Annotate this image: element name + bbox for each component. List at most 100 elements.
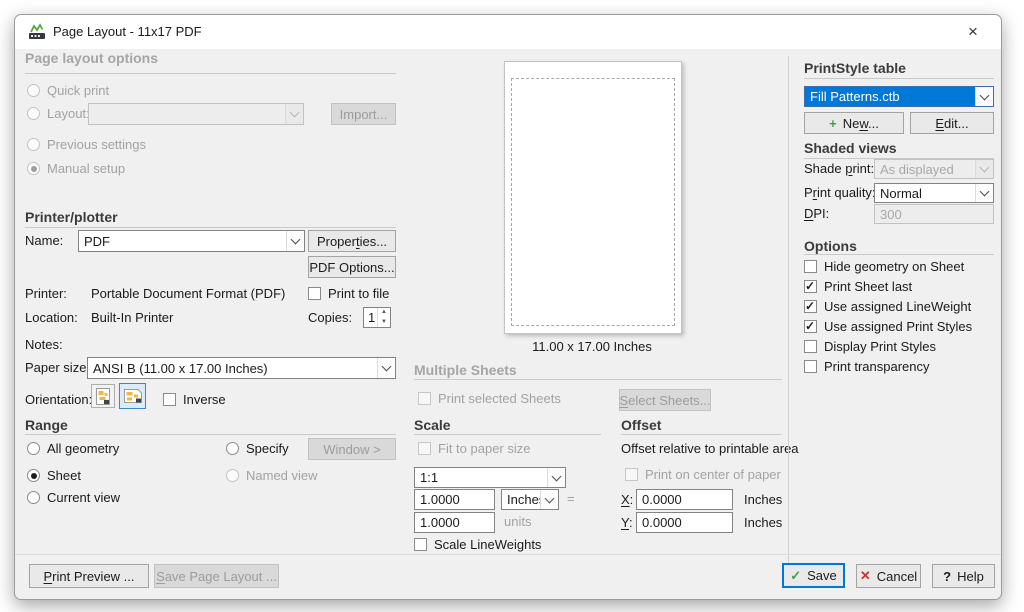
pdf-options-button[interactable]: PDF Options...: [308, 256, 396, 278]
close-icon[interactable]: ×: [961, 20, 985, 44]
use-assigned-lineweight-checkbox[interactable]: [804, 300, 817, 313]
hide-geometry-label[interactable]: Hide geometry on Sheet: [824, 259, 964, 275]
shade-print-combo: As displayed: [874, 159, 994, 179]
section-printstyle-table: PrintStyle table: [804, 60, 906, 76]
use-assigned-print-styles-checkbox[interactable]: [804, 320, 817, 333]
radio-current-view[interactable]: [27, 491, 40, 504]
section-scale: Scale: [414, 417, 451, 433]
scale-drawing-units-input[interactable]: 1.0000: [414, 512, 495, 533]
section-range: Range: [25, 417, 68, 433]
window-button: Window >: [308, 438, 396, 460]
radio-previous-settings-label: Previous settings: [47, 137, 146, 153]
scale-unit-combo[interactable]: Inches: [501, 489, 559, 510]
paper-size-combo[interactable]: ANSI B (11.00 x 17.00 Inches): [87, 357, 396, 379]
use-assigned-print-styles-label[interactable]: Use assigned Print Styles: [824, 319, 972, 335]
chevron-down-icon[interactable]: [286, 231, 304, 251]
divider: [804, 254, 994, 255]
spinner-up-icon[interactable]: ▲: [378, 308, 390, 318]
scale-lineweights-checkbox[interactable]: [414, 538, 427, 551]
print-sheet-last-label[interactable]: Print Sheet last: [824, 279, 912, 295]
print-preview-button[interactable]: Print Preview ...: [29, 564, 149, 588]
printstyle-table-combo[interactable]: Fill Patterns.ctb: [804, 86, 994, 107]
radio-all-geometry-label[interactable]: All geometry: [47, 441, 119, 457]
divider: [25, 434, 396, 435]
divider: [414, 434, 601, 435]
dpi-label: DPI:: [804, 206, 829, 222]
radio-current-view-label[interactable]: Current view: [47, 490, 120, 506]
print-to-file-checkbox[interactable]: [308, 287, 321, 300]
edit-printstyle-button[interactable]: Edit...: [910, 112, 994, 134]
chevron-down-icon[interactable]: [975, 184, 993, 202]
radio-specify-label[interactable]: Specify: [246, 441, 289, 457]
print-sheet-last-checkbox[interactable]: [804, 280, 817, 293]
equals-sign: =: [567, 491, 575, 507]
radio-specify[interactable]: [226, 442, 239, 455]
section-options: Options: [804, 238, 857, 254]
paper-size-label: Paper size:: [25, 360, 90, 376]
divider: [621, 434, 781, 435]
orientation-landscape-button[interactable]: [119, 383, 146, 409]
radio-previous-settings: [27, 138, 40, 151]
section-offset: Offset: [621, 417, 661, 433]
offset-x-input[interactable]: 0.0000: [636, 489, 733, 510]
panel-divider: [788, 56, 789, 568]
fit-to-paper-checkbox: [418, 442, 431, 455]
inverse-label[interactable]: Inverse: [183, 392, 226, 408]
print-to-file-label[interactable]: Print to file: [328, 286, 389, 302]
divider: [804, 78, 994, 79]
printable-area-outline: [511, 78, 675, 326]
use-assigned-lineweight-label[interactable]: Use assigned LineWeight: [824, 299, 971, 315]
question-icon: ?: [943, 569, 951, 584]
chevron-down-icon[interactable]: [540, 490, 558, 509]
title-bar: Page Layout - 11x17 PDF ×: [15, 15, 1001, 49]
page-layout-dialog: Page Layout - 11x17 PDF × Page layout op…: [14, 14, 1002, 600]
scale-paper-units-input[interactable]: 1.0000: [414, 489, 495, 510]
chevron-down-icon[interactable]: [975, 87, 993, 106]
spinner-down-icon[interactable]: ▼: [378, 318, 390, 328]
copies-stepper[interactable]: 1 ▲ ▼: [363, 307, 391, 328]
units-label: units: [504, 514, 531, 530]
printer-name-combo[interactable]: PDF: [78, 230, 305, 252]
cancel-button[interactable]: ✕ Cancel: [856, 564, 921, 588]
hide-geometry-checkbox[interactable]: [804, 260, 817, 273]
location-label: Location:: [25, 310, 78, 326]
shade-print-label: Shade print:: [804, 161, 874, 177]
print-transparency-checkbox[interactable]: [804, 360, 817, 373]
portrait-page-icon: [95, 387, 111, 406]
print-quality-combo[interactable]: Normal: [874, 183, 994, 203]
select-sheets-button: Select Sheets...: [619, 389, 711, 411]
offset-y-label: Y:: [621, 515, 633, 531]
radio-sheet[interactable]: [27, 469, 40, 482]
name-label: Name:: [25, 233, 63, 249]
inverse-checkbox[interactable]: [163, 393, 176, 406]
fit-to-paper-label: Fit to paper size: [438, 441, 531, 457]
radio-named-view: [226, 469, 239, 482]
new-printstyle-button[interactable]: + New...: [804, 112, 904, 134]
radio-all-geometry[interactable]: [27, 442, 40, 455]
print-selected-sheets-checkbox: [418, 392, 431, 405]
orientation-portrait-button[interactable]: [91, 384, 115, 408]
chevron-down-icon[interactable]: [547, 468, 565, 487]
section-shaded-views: Shaded views: [804, 140, 897, 156]
window-title: Page Layout - 11x17 PDF: [53, 24, 202, 39]
scale-ratio-combo[interactable]: 1:1: [414, 467, 566, 488]
radio-sheet-label[interactable]: Sheet: [47, 468, 81, 484]
section-page-layout-options: Page layout options: [25, 50, 158, 66]
help-button[interactable]: ? Help: [932, 564, 995, 588]
radio-layout: [27, 107, 40, 120]
offset-y-input[interactable]: 0.0000: [636, 512, 733, 533]
display-print-styles-label[interactable]: Display Print Styles: [824, 339, 936, 355]
offset-x-unit: Inches: [744, 492, 782, 508]
save-button[interactable]: ✓ Save: [782, 563, 845, 588]
location-value: Built-In Printer: [91, 310, 173, 326]
check-icon: ✓: [790, 568, 801, 584]
offset-relative-note: Offset relative to printable area: [621, 441, 799, 457]
chevron-down-icon[interactable]: [377, 358, 395, 378]
divider: [25, 73, 396, 74]
properties-button[interactable]: Properties...: [308, 230, 396, 252]
radio-manual-setup: [27, 162, 40, 175]
print-transparency-label[interactable]: Print transparency: [824, 359, 930, 375]
display-print-styles-checkbox[interactable]: [804, 340, 817, 353]
scale-lineweights-label[interactable]: Scale LineWeights: [434, 537, 541, 553]
copies-label: Copies:: [308, 310, 352, 326]
